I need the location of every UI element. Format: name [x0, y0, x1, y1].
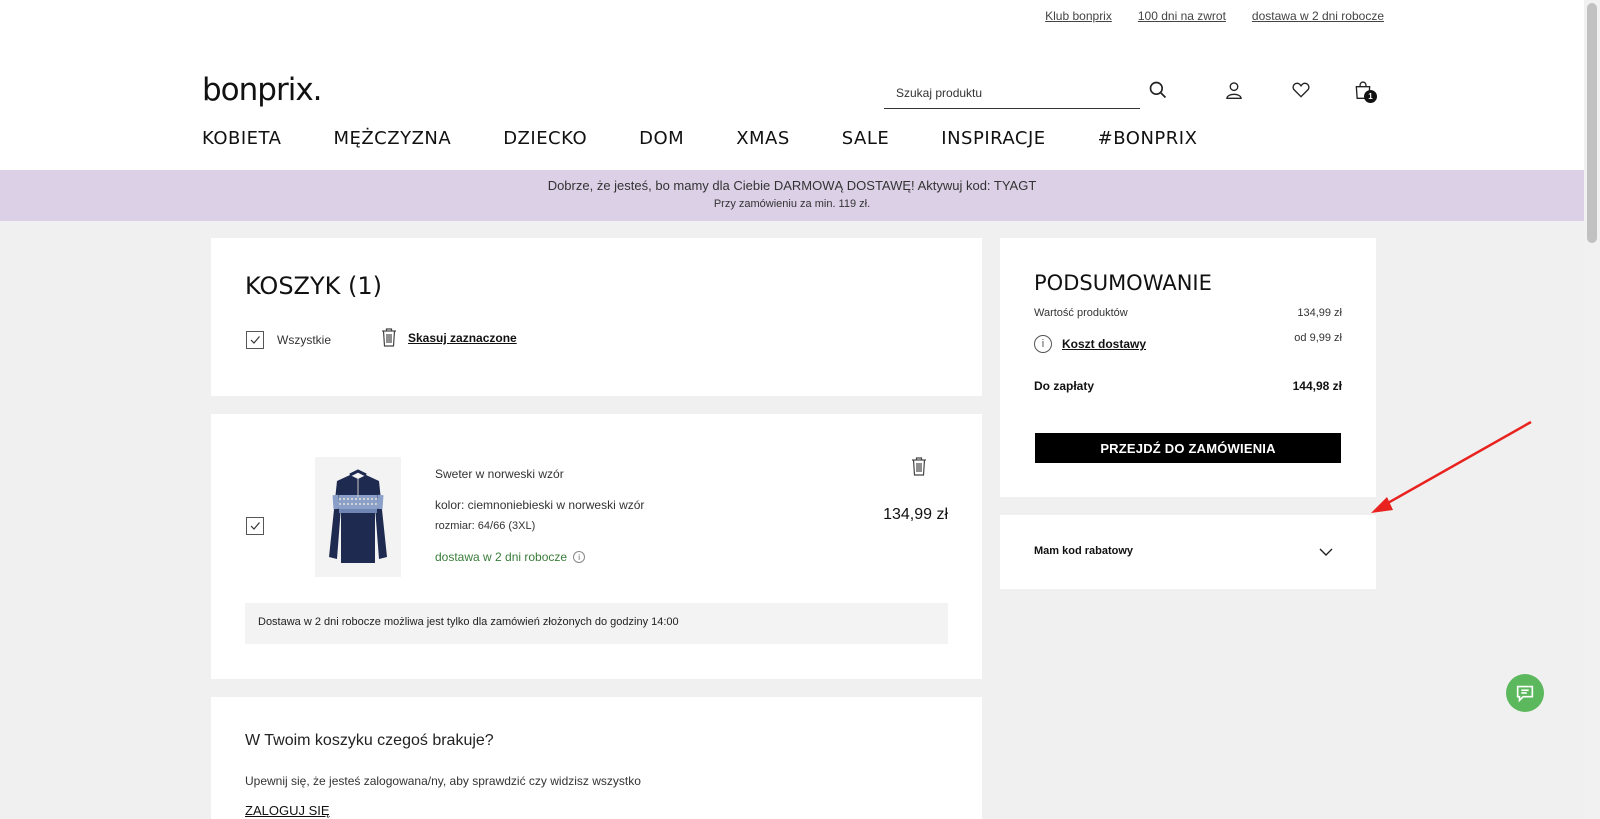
product-delivery-text: dostawa w 2 dni robocze — [435, 550, 568, 564]
item-trash-icon[interactable] — [911, 456, 927, 476]
trash-icon[interactable] — [381, 327, 397, 347]
page-scrollbar[interactable] — [1584, 0, 1600, 819]
products-value: 134,99 zł — [1297, 307, 1342, 319]
promo-line-2: Przy zamówieniu za min. 119 zł. — [713, 198, 871, 210]
shipping-cost-link[interactable]: Koszt dostawy — [1062, 337, 1146, 351]
cart-icon[interactable]: 1 — [1353, 79, 1377, 103]
select-all-label: Wszystkie — [277, 333, 331, 347]
top-link-klub[interactable]: Klub bonprix — [1045, 9, 1112, 23]
delivery-note: Dostawa w 2 dni robocze możliwa jest tyl… — [245, 603, 948, 644]
item-checkbox[interactable] — [246, 517, 264, 535]
site-header: Klub bonprix 100 dni na zwrot dostawa w … — [0, 0, 1584, 170]
products-label: Wartość produktów — [1034, 307, 1128, 319]
product-delivery: dostawa w 2 dni robocze i — [435, 550, 586, 564]
product-color: kolor: ciemnoniebieski w norweski wzór — [435, 498, 645, 512]
cart-title: KOSZYK (1) — [245, 272, 383, 300]
info-icon[interactable]: i — [573, 551, 586, 563]
nav-sale[interactable]: SALE — [842, 128, 889, 149]
sweater-image — [329, 469, 387, 563]
summary-title: PODSUMOWANIE — [1034, 271, 1212, 295]
summary-total-row: Do zapłaty 144,98 zł — [1034, 379, 1342, 393]
coupon-accordion[interactable]: Mam kod rabatowy — [1000, 515, 1376, 589]
select-all-checkbox[interactable] — [246, 331, 264, 349]
search-box — [884, 77, 1140, 109]
summary-products-row: Wartość produktów 134,99 zł — [1034, 307, 1342, 319]
chevron-down-icon[interactable] — [1318, 544, 1334, 560]
missing-title: W Twoim koszyku czegoś brakuje? — [245, 732, 494, 749]
total-label: Do zapłaty — [1034, 379, 1095, 393]
top-link-delivery[interactable]: dostawa w 2 dni robocze — [1252, 9, 1384, 23]
search-icon[interactable] — [1148, 80, 1168, 100]
missing-items-card: W Twoim koszyku czegoś brakuje? Upewnij … — [211, 697, 982, 819]
cart-item-card: Sweter w norweski wzór kolor: ciemnonieb… — [211, 414, 982, 679]
nav-xmas[interactable]: XMAS — [736, 128, 790, 149]
cart-count-badge: 1 — [1364, 90, 1377, 103]
user-icon[interactable] — [1224, 80, 1244, 100]
main-nav: KOBIETA MĘŻCZYZNA DZIECKO DOM XMAS SALE … — [202, 128, 1249, 149]
product-image[interactable] — [315, 457, 401, 577]
proceed-to-order-button[interactable]: PRZEJDŹ DO ZAMÓWIENIA — [1035, 433, 1341, 463]
product-price: 134,99 zł — [883, 506, 948, 523]
product-size: rozmiar: 64/66 (3XL) — [435, 520, 536, 532]
coupon-label: Mam kod rabatowy — [1034, 545, 1134, 557]
nav-inspiracje[interactable]: INSPIRACJE — [941, 128, 1045, 149]
scrollbar-thumb[interactable] — [1587, 3, 1597, 243]
bonprix-logo[interactable]: bonprix. — [202, 72, 323, 108]
nav-bonprix[interactable]: #BONPRIX — [1098, 128, 1198, 149]
nav-mezczyzna[interactable]: MĘŻCZYZNA — [333, 128, 451, 149]
top-links: Klub bonprix 100 dni na zwrot dostawa w … — [1045, 9, 1384, 23]
order-summary-card: PODSUMOWANIE Wartość produktów 134,99 zł… — [1000, 238, 1376, 497]
nav-kobieta[interactable]: KOBIETA — [202, 128, 281, 149]
heart-icon[interactable] — [1291, 80, 1311, 100]
shipping-info-icon[interactable]: i — [1034, 335, 1052, 353]
nav-dziecko[interactable]: DZIECKO — [503, 128, 587, 149]
delete-selected-link[interactable]: Skasuj zaznaczone — [408, 331, 517, 345]
chat-icon — [1516, 685, 1534, 703]
login-link[interactable]: ZALOGUJ SIĘ — [245, 803, 330, 818]
summary-shipping-row: i Koszt dostawy od 9,99 zł — [1034, 332, 1342, 356]
shipping-value: od 9,99 zł — [1294, 332, 1342, 344]
promo-line-1: Dobrze, że jesteś, bo mamy dla Ciebie DA… — [547, 178, 1037, 193]
nav-dom[interactable]: DOM — [639, 128, 684, 149]
promo-banner: Dobrze, że jesteś, bo mamy dla Ciebie DA… — [0, 170, 1584, 221]
chat-button[interactable] — [1506, 674, 1544, 712]
top-link-returns[interactable]: 100 dni na zwrot — [1138, 9, 1226, 23]
annotation-arrow — [1371, 420, 1532, 513]
missing-text: Upewnij się, że jesteś zalogowana/ny, ab… — [245, 774, 641, 788]
search-input[interactable] — [884, 77, 1140, 108]
cart-header-card: KOSZYK (1) Wszystkie Skasuj zaznaczone — [211, 238, 982, 396]
total-value: 144,98 zł — [1292, 379, 1342, 393]
product-name[interactable]: Sweter w norweski wzór — [435, 467, 564, 481]
